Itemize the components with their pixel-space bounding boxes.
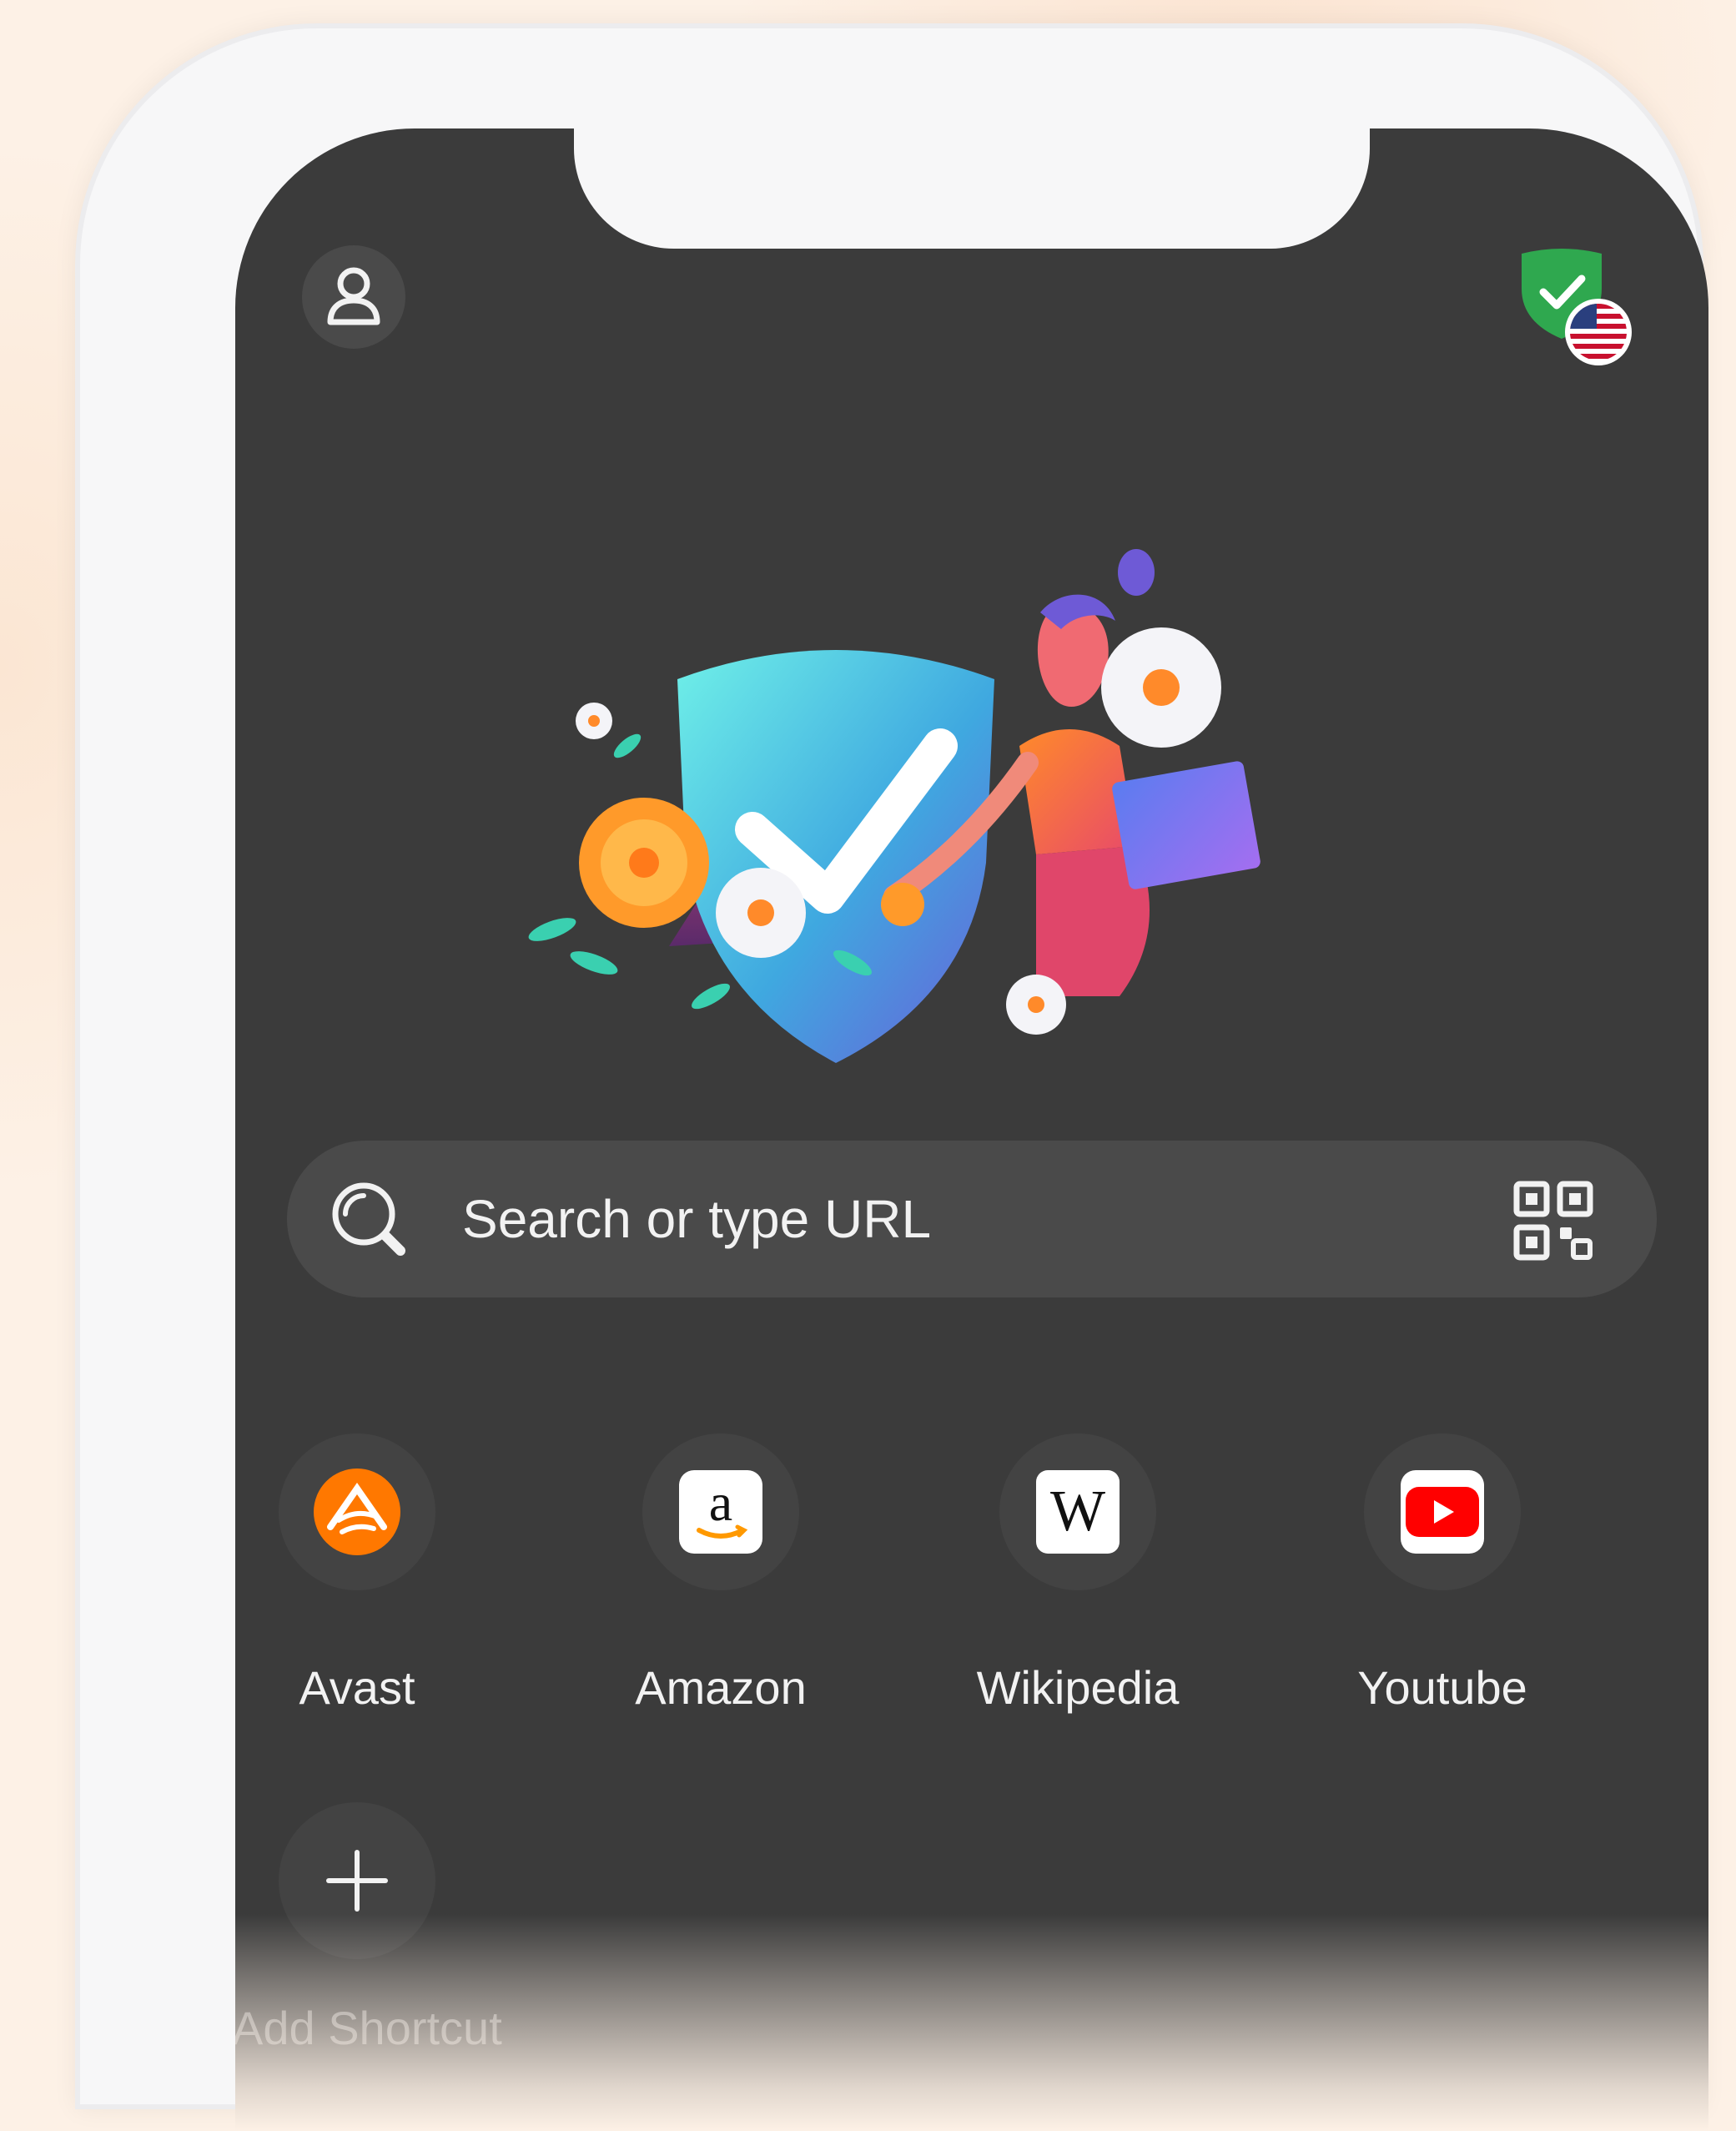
profile-button[interactable] bbox=[302, 245, 405, 349]
youtube-logo-icon bbox=[1401, 1470, 1484, 1554]
shortcut-icon-bg bbox=[279, 1802, 435, 1959]
shortcut-amazon[interactable]: a Amazon bbox=[596, 1433, 846, 1715]
add-shortcut-label: Add Shortcut bbox=[235, 2002, 502, 2054]
user-icon bbox=[327, 267, 380, 325]
privacy-illustration bbox=[528, 549, 1260, 1063]
browser-start-screen: Avast a Amazon W Wikipedia bbox=[235, 128, 1708, 2131]
shortcut-icon-bg bbox=[1364, 1433, 1521, 1590]
shortcut-icon-bg: a bbox=[642, 1433, 799, 1590]
search-bar[interactable] bbox=[287, 1141, 1657, 1297]
shortcut-label: Wikipedia bbox=[976, 1661, 1180, 1714]
shortcut-youtube[interactable]: Youtube bbox=[1317, 1433, 1567, 1715]
us-flag-icon bbox=[1565, 299, 1632, 365]
shortcut-label: Avast bbox=[299, 1661, 415, 1714]
svg-text:W: W bbox=[1050, 1479, 1105, 1544]
search-icon bbox=[332, 1182, 405, 1256]
phone-notch bbox=[574, 128, 1370, 249]
qr-code-icon[interactable] bbox=[1513, 1181, 1593, 1261]
shortcut-avast[interactable]: Avast bbox=[235, 1433, 482, 1715]
shortcut-label: Youtube bbox=[1357, 1661, 1527, 1714]
shortcut-icon-bg bbox=[279, 1433, 435, 1590]
svg-text:a: a bbox=[709, 1473, 732, 1532]
vpn-status-button[interactable] bbox=[1512, 245, 1637, 370]
add-shortcut-button[interactable]: Add Shortcut bbox=[235, 1802, 502, 2055]
search-input[interactable] bbox=[462, 1141, 1463, 1297]
amazon-logo-icon: a bbox=[679, 1470, 762, 1554]
shortcut-icon-bg: W bbox=[999, 1433, 1156, 1590]
phone-frame: Avast a Amazon W Wikipedia bbox=[75, 23, 1708, 2131]
plus-icon bbox=[326, 1850, 388, 1912]
shortcut-label: Amazon bbox=[635, 1661, 807, 1714]
shortcut-wikipedia[interactable]: W Wikipedia bbox=[953, 1433, 1203, 1715]
wikipedia-logo-icon: W bbox=[1036, 1470, 1120, 1554]
avast-logo-icon bbox=[314, 1469, 400, 1555]
